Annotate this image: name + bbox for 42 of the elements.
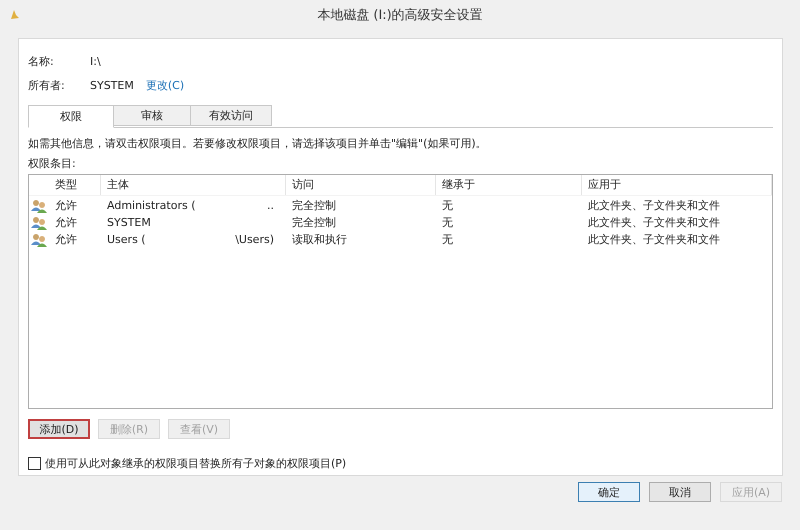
table-cell-text: 完全控制 <box>291 215 337 230</box>
checkbox-label: 使用可从此对象继承的权限项目替换所有子对象的权限项目(P) <box>45 456 346 471</box>
table-cell-text: 此文件夹、子文件夹和文件 <box>587 215 721 230</box>
tab[interactable]: 审核 <box>113 105 191 126</box>
name-value: I:\ <box>90 54 101 68</box>
table-cell-text: 允许 <box>54 232 78 247</box>
table-cell-text: 无 <box>441 232 454 247</box>
column-header[interactable]: 继承于 <box>436 175 582 195</box>
table-cell-text: 允许 <box>54 215 78 230</box>
owner-value: SYSTEM <box>90 78 134 92</box>
table-cell-text: 无 <box>441 215 454 230</box>
table-cell: Administrators ( <box>107 199 196 212</box>
users-icon <box>31 232 47 246</box>
table-cell-text: 读取和执行 <box>291 232 348 247</box>
entries-label: 权限条目: <box>28 156 77 172</box>
table-cell-text: 无 <box>441 198 454 213</box>
column-header[interactable]: 访问 <box>286 175 436 195</box>
column-header[interactable]: 主体 <box>101 175 286 195</box>
table-cell: .. <box>267 199 274 212</box>
info-text: 如需其他信息，请双击权限项目。若要修改权限项目，请选择该项目并单击"编辑"(如果可用)。 <box>28 136 488 152</box>
tab[interactable]: 有效访问 <box>190 105 272 126</box>
dialog-button[interactable]: 取消 <box>649 482 711 502</box>
users-icon <box>31 216 47 230</box>
tab[interactable]: 权限 <box>28 105 114 128</box>
checkbox[interactable] <box>28 457 41 470</box>
table-cell-text: 此文件夹、子文件夹和文件 <box>587 198 721 213</box>
column-header[interactable]: 应用于 <box>582 175 772 195</box>
change-owner-link[interactable]: 更改(C) <box>146 78 184 92</box>
column-header[interactable]: 类型 <box>49 175 101 195</box>
owner-label: 所有者: <box>28 78 66 92</box>
table-cell-text: 完全控制 <box>291 198 337 213</box>
dialog-button[interactable]: 确定 <box>578 482 640 502</box>
users-icon <box>31 198 47 212</box>
table-cell-text: 此文件夹、子文件夹和文件 <box>587 232 721 247</box>
folder-icon <box>10 9 20 21</box>
table-cell: \Users) <box>235 233 274 246</box>
action-button[interactable]: 添加(D) <box>28 419 90 439</box>
table-cell-text: 允许 <box>54 198 78 213</box>
table-cell: SYSTEM <box>107 216 151 229</box>
name-label: 名称: <box>28 54 55 68</box>
window-title: 本地磁盘 (I:)的高级安全设置 <box>316 7 484 24</box>
table-cell: Users ( <box>107 233 146 246</box>
